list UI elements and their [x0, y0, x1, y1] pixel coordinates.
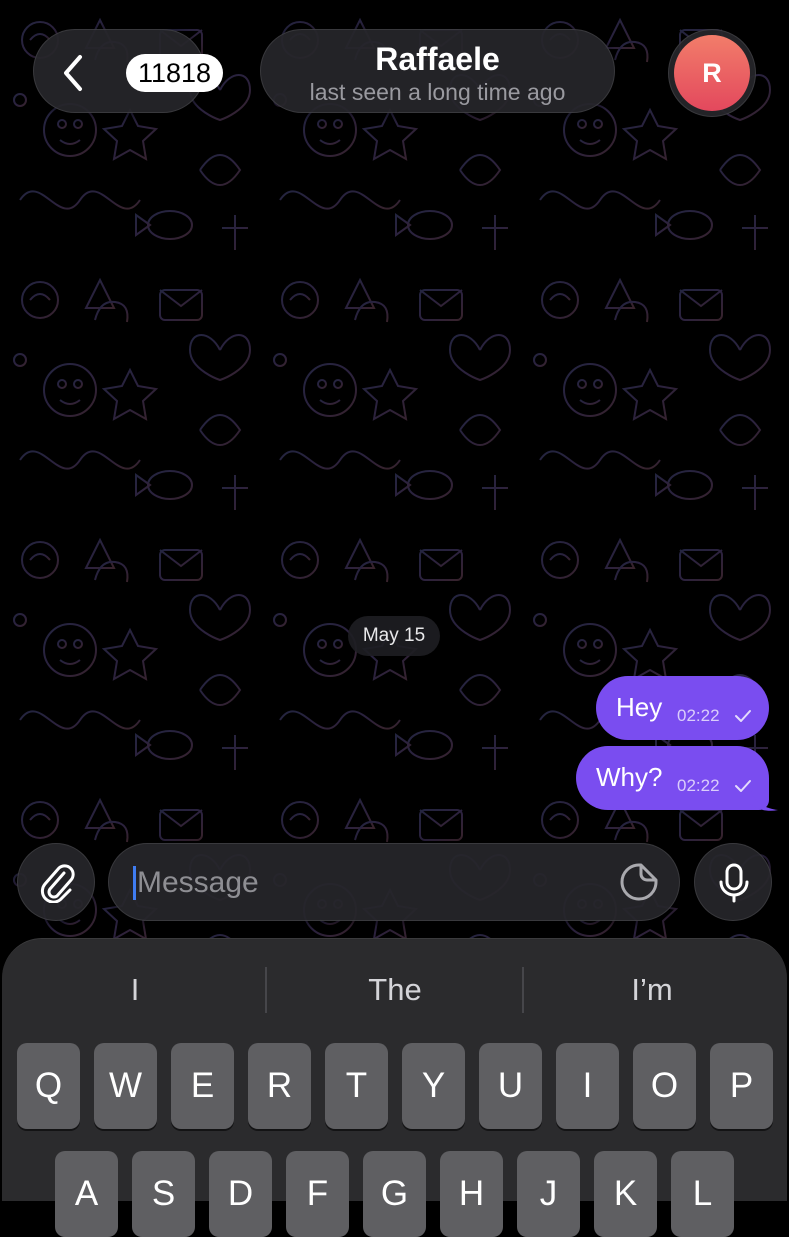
predictive-suggestions: I The I’m	[2, 959, 787, 1021]
suggestion-item[interactable]: I	[6, 959, 264, 1021]
contact-last-seen: last seen a long time ago	[309, 79, 566, 105]
sticker-icon[interactable]	[619, 862, 659, 902]
message-text: Hey	[616, 692, 663, 722]
attach-button[interactable]	[17, 843, 95, 921]
key-f[interactable]: F	[286, 1151, 349, 1237]
key-k[interactable]: K	[594, 1151, 657, 1237]
paperclip-icon	[40, 864, 75, 903]
chat-header-title[interactable]: Raffaele last seen a long time ago	[260, 29, 615, 113]
unread-count-badge: 11818	[126, 54, 224, 92]
suggestion-item[interactable]: The	[266, 959, 524, 1021]
key-u[interactable]: U	[479, 1043, 542, 1129]
key-s[interactable]: S	[132, 1151, 195, 1237]
message-text: Why?	[596, 762, 663, 792]
microphone-icon	[719, 863, 749, 903]
key-j[interactable]: J	[517, 1151, 580, 1237]
avatar: R	[674, 35, 750, 111]
voice-record-button[interactable]	[694, 843, 772, 921]
key-o[interactable]: O	[633, 1043, 696, 1129]
message-time: 02:22	[677, 776, 720, 795]
outgoing-message-bubble[interactable]: Why? 02:22	[576, 746, 769, 810]
back-button[interactable]: 11818	[33, 29, 224, 113]
date-separator: May 15	[348, 616, 440, 656]
key-g[interactable]: G	[363, 1151, 426, 1237]
key-r[interactable]: R	[248, 1043, 311, 1129]
message-input[interactable]	[135, 858, 609, 908]
sent-check-icon	[735, 710, 751, 722]
on-screen-keyboard: I The I’m Q W E R T Y U I O P A S D F G …	[2, 938, 787, 1237]
message-composer[interactable]	[108, 843, 680, 921]
chevron-left-icon	[64, 55, 82, 91]
key-p[interactable]: P	[710, 1043, 773, 1129]
key-i[interactable]: I	[556, 1043, 619, 1129]
key-d[interactable]: D	[209, 1151, 272, 1237]
outgoing-message-bubble[interactable]: Hey 02:22	[596, 676, 769, 740]
avatar-button[interactable]: R	[668, 29, 756, 117]
key-y[interactable]: Y	[402, 1043, 465, 1129]
key-h[interactable]: H	[440, 1151, 503, 1237]
key-q[interactable]: Q	[17, 1043, 80, 1129]
suggestion-item[interactable]: I’m	[523, 959, 781, 1021]
message-time: 02:22	[677, 706, 720, 725]
key-l[interactable]: L	[671, 1151, 734, 1237]
bubble-tail	[750, 786, 778, 811]
key-w[interactable]: W	[94, 1043, 157, 1129]
key-a[interactable]: A	[55, 1151, 118, 1237]
contact-name: Raffaele	[375, 41, 500, 77]
key-e[interactable]: E	[171, 1043, 234, 1129]
key-t[interactable]: T	[325, 1043, 388, 1129]
